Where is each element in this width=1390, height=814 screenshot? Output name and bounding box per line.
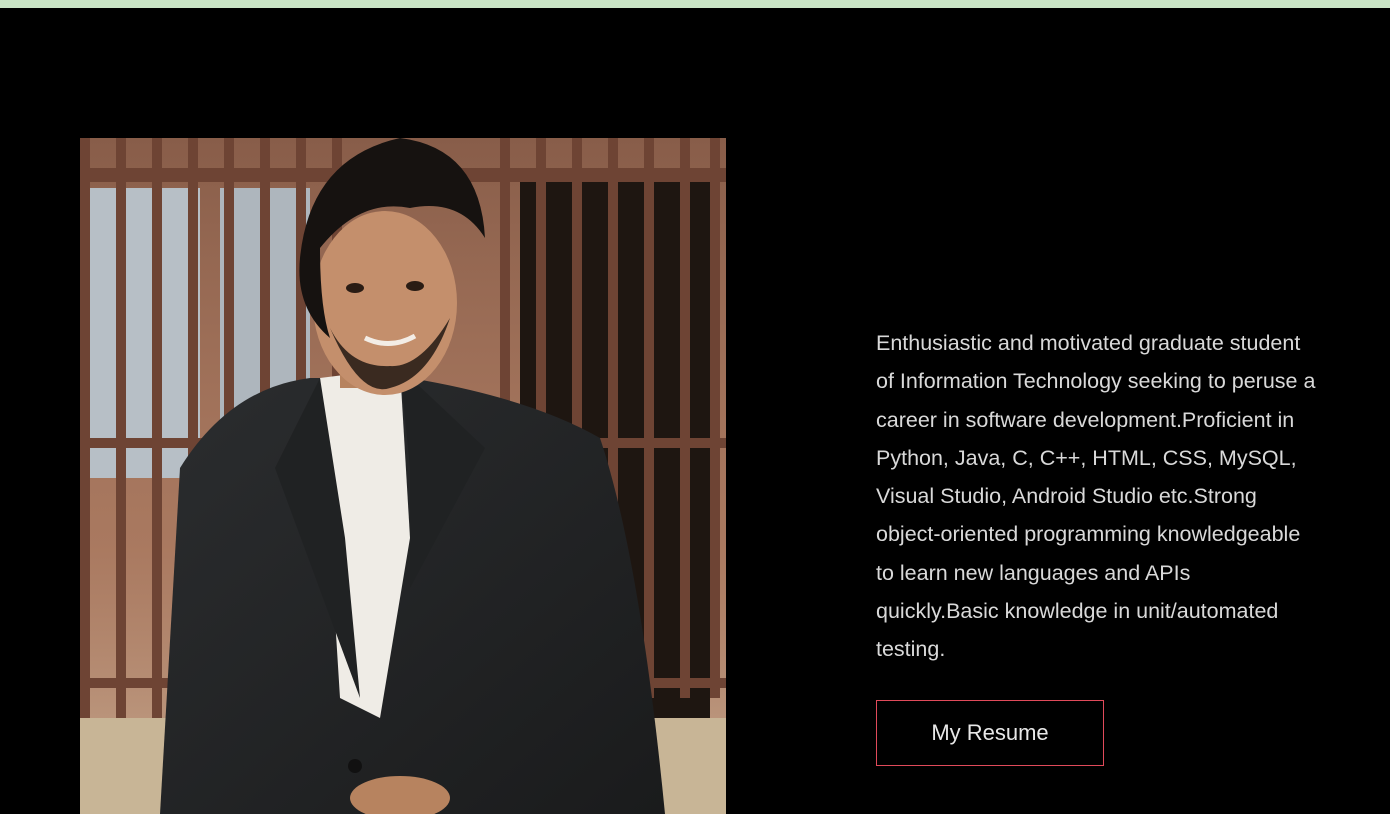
about-bio-text: Enthusiastic and motivated graduate stud… [876,331,1316,662]
top-accent-strip [0,0,1390,8]
my-resume-button[interactable]: My Resume [876,700,1104,766]
profile-photo [80,138,726,814]
profile-photo-illustration [80,138,726,814]
